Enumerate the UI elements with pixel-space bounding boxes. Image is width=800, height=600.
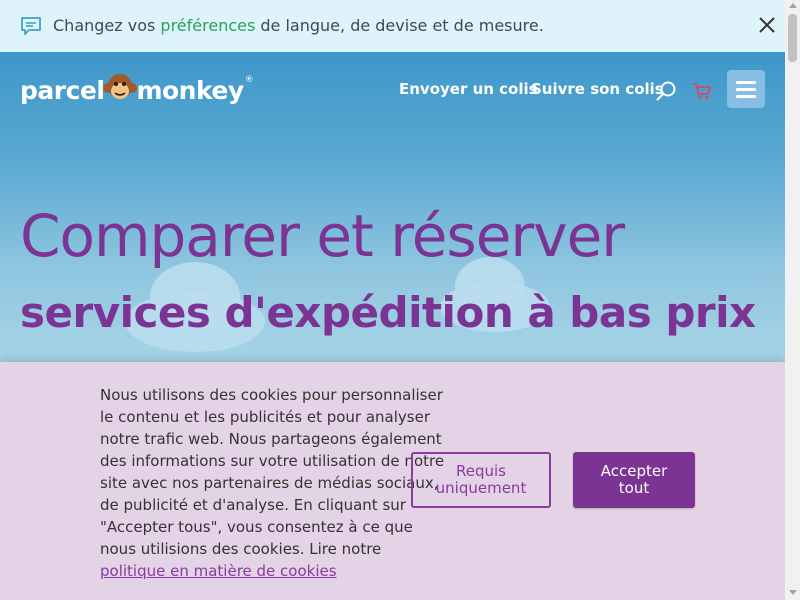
scroll-up-arrow-icon[interactable]: [789, 3, 797, 8]
search-icon[interactable]: [655, 80, 677, 102]
registered-mark: ®: [244, 75, 254, 85]
required-only-button[interactable]: Requis uniquement: [411, 452, 551, 508]
accept-all-line2: tout: [618, 479, 650, 497]
logo-word-right: monkey: [136, 75, 244, 105]
chat-message-icon: [21, 17, 41, 35]
notice-text: Changez vos préférences de langue, de de…: [53, 16, 544, 35]
hamburger-menu-icon[interactable]: [727, 70, 765, 108]
accept-all-button[interactable]: Accepter tout: [573, 452, 695, 508]
required-only-line2: uniquement: [435, 479, 527, 497]
nav-send-parcel[interactable]: Envoyer un colis: [399, 80, 538, 98]
notice-text-after: de langue, de devise et de mesure.: [255, 16, 544, 35]
close-icon[interactable]: [756, 14, 778, 36]
hero-section: parcel monkey ® Envoyer un colis Suivre …: [0, 52, 785, 362]
logo-word-left: parcel: [20, 75, 105, 105]
accept-all-line1: Accepter: [600, 462, 668, 480]
page-scrollbar[interactable]: [785, 0, 800, 600]
cookie-text: Nous utilisons des cookies pour personna…: [100, 384, 445, 582]
preferences-notice-bar: Changez vos préférences de langue, de de…: [0, 0, 785, 52]
parcelmonkey-logo[interactable]: parcel monkey ®: [20, 70, 254, 110]
monkey-logo-icon: [103, 74, 138, 99]
scrollbar-thumb[interactable]: [788, 14, 797, 62]
notice-text-before: Changez vos: [53, 16, 161, 35]
required-only-line1: Requis: [455, 462, 506, 480]
nav-track-parcel[interactable]: Suivre son colis: [531, 80, 664, 98]
preferences-link[interactable]: préférences: [160, 16, 255, 35]
hero-subline: services d'expédition à bas prix: [20, 288, 756, 337]
hero-headline: Comparer et réserver: [20, 202, 625, 270]
cart-icon[interactable]: [692, 82, 712, 100]
cookie-consent-banner: Nous utilisons des cookies pour personna…: [0, 362, 785, 600]
cookie-text-body: Nous utilisons des cookies pour personna…: [100, 386, 445, 558]
cookie-policy-link[interactable]: politique en matière de cookies: [100, 562, 337, 580]
scroll-down-arrow-icon[interactable]: [789, 590, 797, 595]
